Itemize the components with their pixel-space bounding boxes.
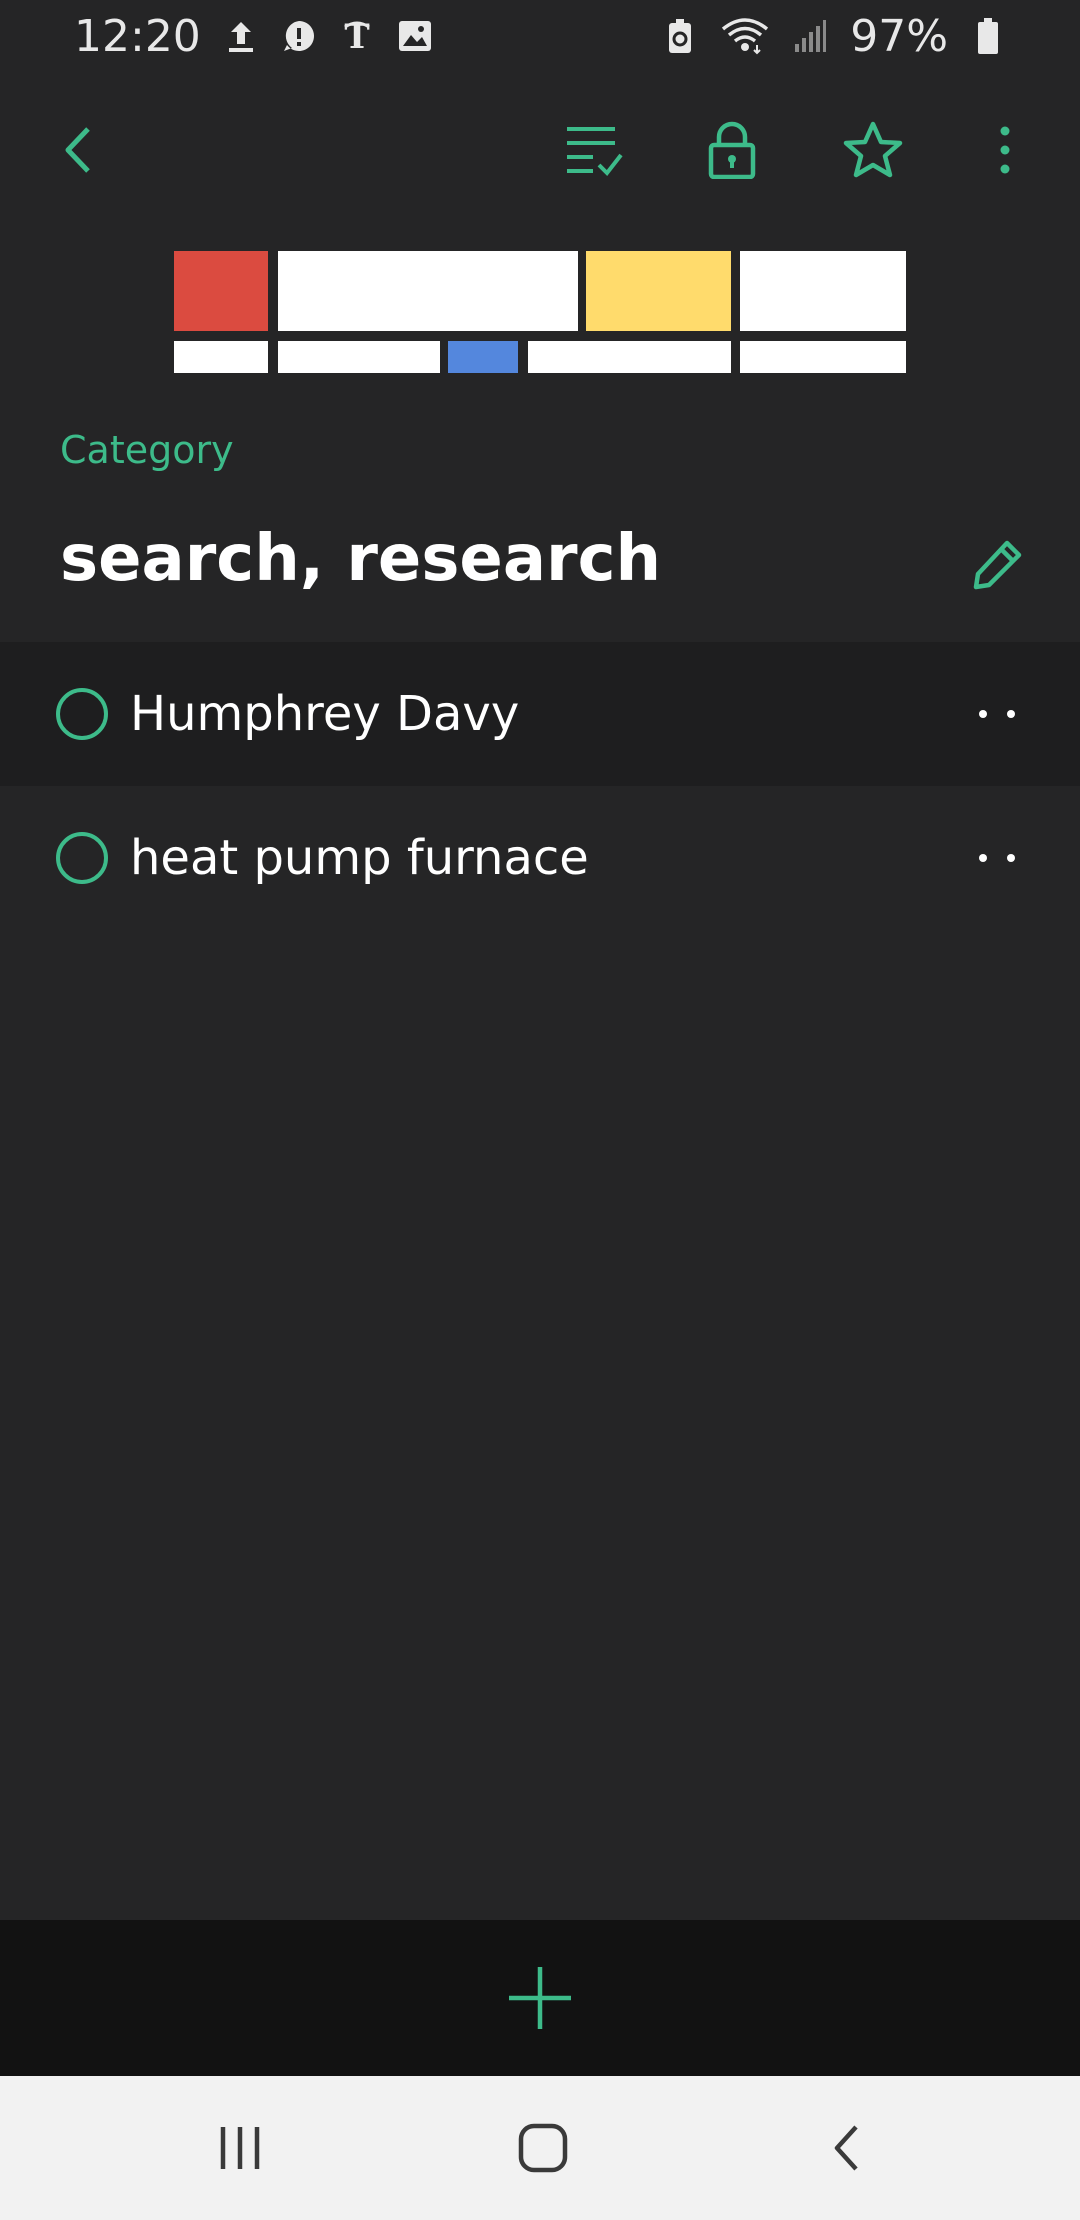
list-item-label: heat pump furnace [130, 830, 589, 886]
checkbox-circle-icon[interactable] [56, 688, 108, 740]
item-more-button[interactable] [962, 828, 1032, 888]
category-banner [174, 251, 906, 373]
nav-back-button[interactable] [796, 2098, 896, 2198]
status-bar: 12:20 T 97% [0, 0, 1080, 72]
more-vert-icon [1000, 126, 1010, 174]
status-time: 12:20 [74, 10, 201, 62]
checkbox-circle-icon[interactable] [56, 832, 108, 884]
list-item[interactable]: Humphrey Davy [0, 642, 1080, 786]
more-options-button[interactable] [955, 100, 1055, 200]
back-icon [65, 127, 90, 173]
checklist-icon [567, 127, 623, 177]
banner-block-yellow [586, 251, 731, 331]
dot-icon [979, 854, 987, 862]
system-nav-bar [0, 2076, 1080, 2220]
status-left: 12:20 T [74, 11, 433, 62]
dot-icon [1007, 710, 1015, 718]
home-button[interactable] [493, 2098, 593, 2198]
item-list: Humphrey Davy heat pump furnace [0, 642, 1080, 930]
battery-saver-icon [662, 18, 698, 54]
bottom-bar [0, 1920, 1080, 2076]
lock-icon [708, 121, 756, 179]
pencil-icon [973, 540, 1022, 590]
add-item-button[interactable] [495, 1953, 585, 2043]
banner-block-blue [448, 341, 518, 373]
banner-block-white [740, 341, 906, 373]
signal-icon [792, 18, 828, 54]
star-button[interactable] [823, 100, 923, 200]
banner-block-white [528, 341, 731, 373]
banner-block-white [278, 251, 578, 331]
toolbar [0, 100, 1080, 200]
banner-block-white [174, 341, 268, 373]
banner-block-white [740, 251, 906, 331]
star-icon [843, 121, 903, 178]
nyt-icon: T [339, 17, 375, 55]
battery-icon [970, 18, 1006, 54]
recents-icon [220, 2127, 260, 2169]
alert-icon [281, 18, 317, 54]
image-icon [397, 18, 433, 54]
dot-icon [1007, 854, 1015, 862]
item-more-button[interactable] [962, 684, 1032, 744]
list-item[interactable]: heat pump furnace [0, 786, 1080, 930]
lock-button[interactable] [682, 100, 782, 200]
banner-block-red [174, 251, 268, 331]
add-icon [509, 1967, 571, 2029]
list-item-label: Humphrey Davy [130, 686, 520, 742]
nav-back-icon [834, 2125, 858, 2171]
status-right: 97% [662, 11, 1006, 62]
home-icon [518, 2123, 568, 2173]
checklist-button[interactable] [544, 100, 644, 200]
upload-icon [223, 18, 259, 54]
category-label: Category [60, 428, 234, 472]
back-button[interactable] [28, 100, 128, 200]
banner-block-white [278, 341, 440, 373]
recents-button[interactable] [190, 2098, 290, 2198]
edit-title-button[interactable] [962, 528, 1034, 600]
dot-icon [979, 710, 987, 718]
wifi-icon [720, 18, 770, 55]
page-title: search, research [60, 522, 662, 596]
battery-percent: 97% [850, 10, 948, 62]
